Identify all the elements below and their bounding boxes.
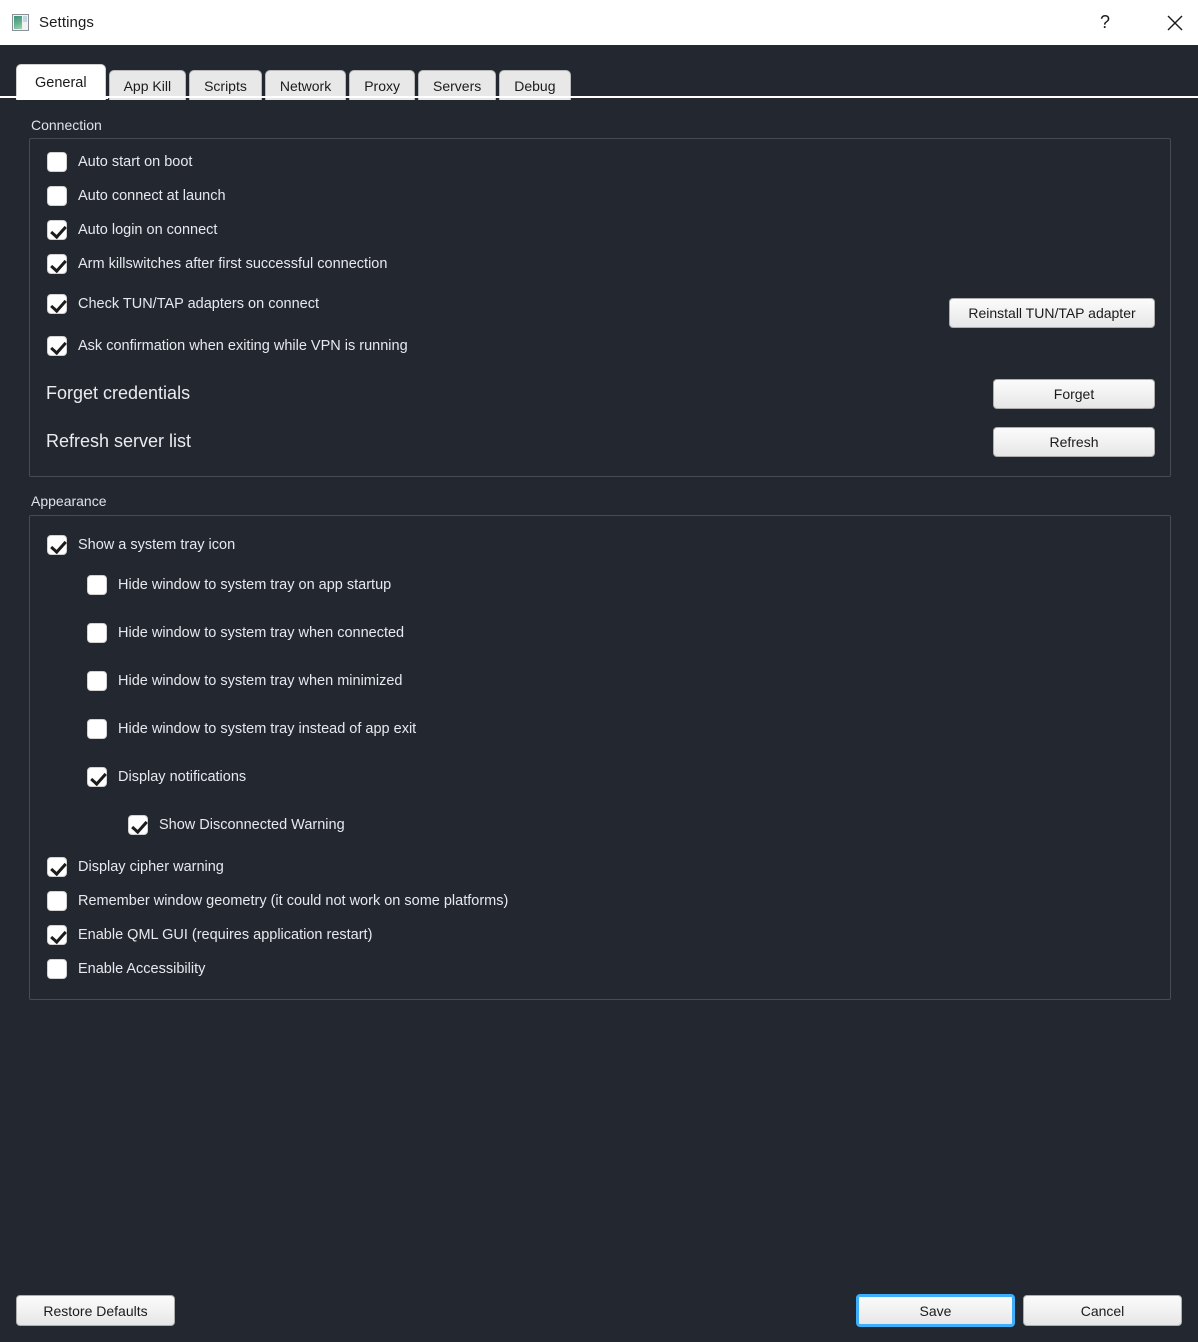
tab-active-indicator: [16, 96, 108, 99]
checkbox-label: Hide window to system tray on app startu…: [118, 577, 392, 593]
footer-bar: Restore Defaults Save Cancel: [0, 1278, 1198, 1342]
restore-defaults-button[interactable]: Restore Defaults: [16, 1295, 175, 1326]
checkbox-row-hide-window-to-system-tray-when-minimize[interactable]: Hide window to system tray when minimize…: [87, 671, 402, 691]
forget-credentials-label: Forget credentials: [46, 383, 191, 403]
checkbox-checked-icon[interactable]: [47, 220, 67, 240]
save-button[interactable]: Save: [856, 1294, 1015, 1327]
checkbox-label: Display cipher warning: [78, 859, 224, 875]
checkbox-checked-icon[interactable]: [47, 535, 67, 555]
checkbox-row-arm-killswitches-after-first-successful-[interactable]: Arm killswitches after first successful …: [47, 254, 387, 274]
checkbox-label: Enable QML GUI (requires application res…: [78, 927, 373, 943]
checkbox-row-hide-window-to-system-tray-when-connecte[interactable]: Hide window to system tray when connecte…: [87, 623, 404, 643]
checkbox-row-auto-start-on-boot[interactable]: Auto start on boot: [47, 152, 192, 172]
checkbox-unchecked-icon[interactable]: [87, 623, 107, 643]
tab-general[interactable]: General: [16, 64, 106, 100]
checkbox-row-hide-window-to-system-tray-instead-of-ap[interactable]: Hide window to system tray instead of ap…: [87, 719, 416, 739]
settings-content: Connection Auto start on boot Auto connec…: [0, 100, 1198, 1278]
refresh-button[interactable]: Refresh: [993, 427, 1155, 457]
checkbox-row-show-disconnected-warning[interactable]: Show Disconnected Warning: [128, 815, 345, 835]
checkbox-unchecked-icon[interactable]: [87, 671, 107, 691]
checkbox-row-display-notifications[interactable]: Display notifications: [87, 767, 246, 787]
checkbox-label: Hide window to system tray instead of ap…: [118, 721, 417, 737]
checkbox-checked-icon[interactable]: [47, 254, 67, 274]
checkbox-checked-icon[interactable]: [47, 336, 67, 356]
help-button[interactable]: ?: [1082, 0, 1128, 45]
close-icon[interactable]: [1152, 0, 1198, 45]
checkbox-checked-icon[interactable]: [47, 857, 67, 877]
tab-list: General App Kill Scripts Network Proxy Server…: [16, 64, 574, 100]
checkbox-label: Hide window to system tray when minimize…: [118, 673, 403, 689]
checkbox-row-auto-connect-at-launch[interactable]: Auto connect at launch: [47, 186, 226, 206]
checkbox-label: Enable Accessibility: [78, 961, 206, 977]
checkbox-unchecked-icon[interactable]: [47, 152, 67, 172]
checkbox-unchecked-icon[interactable]: [47, 959, 67, 979]
refresh-server-list-label: Refresh server list: [46, 431, 192, 451]
checkbox-row-check-tun-tap-adapters-on-connect[interactable]: Check TUN/TAP adapters on connect: [47, 294, 319, 314]
checkbox-label: Arm killswitches after first successful …: [78, 256, 388, 272]
checkbox-label: Hide window to system tray when connecte…: [118, 625, 405, 641]
checkbox-unchecked-icon[interactable]: [87, 575, 107, 595]
checkbox-row-remember-window-geometry-it-could-not-wo[interactable]: Remember window geometry (it could not w…: [47, 891, 508, 911]
checkbox-label: Show Disconnected Warning: [159, 817, 345, 833]
checkbox-unchecked-icon[interactable]: [87, 719, 107, 739]
checkbox-label: Show a system tray icon: [78, 537, 236, 553]
checkbox-label: Auto login on connect: [78, 222, 218, 238]
checkbox-label: Auto connect at launch: [78, 188, 226, 204]
checkbox-row-hide-window-to-system-tray-on-app-startu[interactable]: Hide window to system tray on app startu…: [87, 575, 391, 595]
reinstall-tun-tap-adapter-button[interactable]: Reinstall TUN/TAP adapter: [949, 298, 1155, 328]
app-image-icon: [12, 14, 29, 31]
checkbox-row-ask-confirmation-when-exiting-while-vpn-[interactable]: Ask confirmation when exiting while VPN …: [47, 336, 408, 356]
checkbox-checked-icon[interactable]: [47, 925, 67, 945]
checkbox-row-enable-accessibility[interactable]: Enable Accessibility: [47, 959, 205, 979]
title-bar: Settings ?: [0, 0, 1198, 45]
appearance-section-label: Appearance: [31, 493, 107, 509]
checkbox-checked-icon[interactable]: [128, 815, 148, 835]
window-title: Settings: [39, 14, 94, 31]
checkbox-checked-icon[interactable]: [47, 294, 67, 314]
checkbox-row-display-cipher-warning[interactable]: Display cipher warning: [47, 857, 224, 877]
checkbox-row-auto-login-on-connect[interactable]: Auto login on connect: [47, 220, 217, 240]
window-controls: ?: [1082, 0, 1198, 45]
checkbox-row-enable-qml-gui-requires-application-rest[interactable]: Enable QML GUI (requires application res…: [47, 925, 372, 945]
checkbox-unchecked-icon[interactable]: [47, 186, 67, 206]
cancel-button[interactable]: Cancel: [1023, 1295, 1182, 1326]
checkbox-label: Display notifications: [118, 769, 247, 785]
forget-button[interactable]: Forget: [993, 379, 1155, 409]
tab-bar: General App Kill Scripts Network Proxy Server…: [0, 45, 1198, 100]
checkbox-unchecked-icon[interactable]: [47, 891, 67, 911]
checkbox-label: Auto start on boot: [78, 154, 193, 170]
checkbox-row-show-a-system-tray-icon[interactable]: Show a system tray icon: [47, 535, 235, 555]
checkbox-label: Ask confirmation when exiting while VPN …: [78, 338, 408, 354]
checkbox-label: Check TUN/TAP adapters on connect: [78, 296, 319, 312]
checkbox-label: Remember window geometry (it could not w…: [78, 893, 509, 909]
tab-underline: [0, 96, 1198, 98]
checkbox-checked-icon[interactable]: [87, 767, 107, 787]
connection-section-label: Connection: [31, 117, 102, 133]
